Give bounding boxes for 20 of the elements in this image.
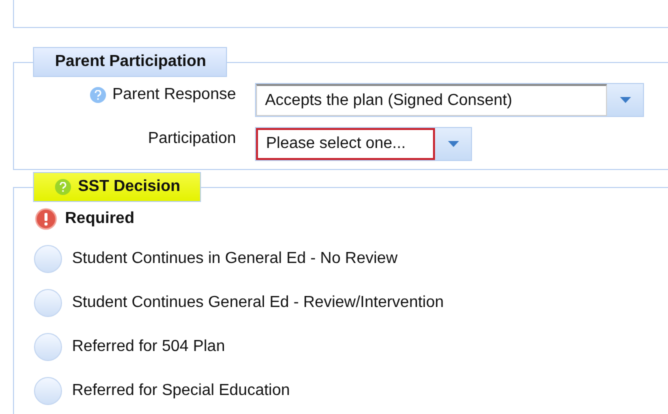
- error-icon: [35, 208, 57, 230]
- option-label: Student Continues General Ed - Review/Intervention: [72, 294, 444, 312]
- required-message: Required: [65, 210, 134, 228]
- radio-button[interactable]: [34, 332, 62, 360]
- radio-button[interactable]: [34, 376, 62, 404]
- caret-icon: [448, 141, 458, 147]
- help-icon[interactable]: [55, 179, 71, 195]
- option-label: Referred for 504 Plan: [72, 338, 225, 356]
- field-label: Parent Response: [112, 86, 236, 104]
- dropdown[interactable]: Accepts the plan (Signed Consent): [255, 83, 644, 117]
- radio-button[interactable]: [34, 244, 62, 272]
- dropdown[interactable]: Please select one...: [255, 127, 472, 161]
- radio-button[interactable]: [34, 288, 62, 316]
- option-label: Referred for Special Education: [72, 382, 290, 400]
- help-icon[interactable]: [90, 87, 106, 103]
- field-label: Participation: [148, 130, 236, 148]
- section-title: Parent Participation: [33, 47, 228, 77]
- section-title: SST Decision: [33, 172, 202, 202]
- caret-icon: [620, 97, 630, 103]
- option-label: Student Continues in General Ed - No Review: [72, 250, 398, 268]
